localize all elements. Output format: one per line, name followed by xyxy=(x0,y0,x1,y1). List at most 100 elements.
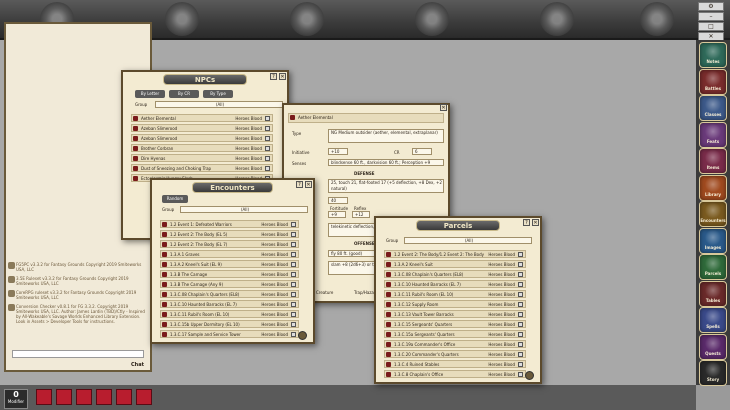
list-item[interactable]: 1.3.B The Carnage (Any 9) Heroes Blood xyxy=(160,280,299,288)
link-icon[interactable] xyxy=(518,352,523,357)
d6-die-icon[interactable] xyxy=(56,389,72,405)
list-item[interactable]: 1.3.C.20 Commander's Quarters Heroes Bloo… xyxy=(384,350,526,358)
link-icon[interactable] xyxy=(518,252,523,257)
type-field[interactable]: NG Medium outsider (aether, elemental, e… xyxy=(328,129,444,143)
link-icon[interactable] xyxy=(518,272,523,277)
list-item[interactable]: 1.3.C.4 Ruined Stables Heroes Blood xyxy=(384,360,526,368)
sidebar-item-quests[interactable]: Quests xyxy=(699,333,727,360)
link-icon[interactable] xyxy=(291,262,296,267)
link-icon[interactable] xyxy=(265,136,270,141)
list-item[interactable]: 1.3.C.8 Chaplain's Office Heroes Blood xyxy=(384,370,526,378)
sidebar-item-notes[interactable]: Notes xyxy=(699,42,727,68)
link-icon[interactable] xyxy=(291,252,296,257)
help-button[interactable]: ? xyxy=(270,73,277,80)
link-icon[interactable] xyxy=(518,362,523,367)
list-item[interactable]: 1.2 Event 1: Defeated Warriors Heroes Blo… xyxy=(160,220,299,228)
list-item[interactable]: Aether Elemental Heroes Blood xyxy=(131,114,273,122)
link-icon[interactable] xyxy=(518,262,523,267)
list-item[interactable]: 1.3.C.10 Haunted Barracks (EL 7) Heroes B… xyxy=(160,300,299,308)
close-button[interactable]: ✕ xyxy=(279,73,286,80)
minimize-button[interactable]: – xyxy=(698,12,724,21)
list-item[interactable]: 1.3.C.13 Vault Tower Barracks Heroes Bloo… xyxy=(384,310,526,318)
list-item[interactable]: 1.3.C.11 Rubil's Room (EL 10) Heroes Bloo… xyxy=(160,310,299,318)
close-button[interactable]: ✕ xyxy=(440,104,447,111)
group-select[interactable]: (All) xyxy=(180,206,308,213)
help-button[interactable]: ? xyxy=(296,181,303,188)
sidebar-item-images[interactable]: Images xyxy=(699,227,727,254)
list-item[interactable]: 1.3.C.15b Upper Dormitory (EL 10) Heroes … xyxy=(160,320,299,328)
close-button[interactable]: ✕ xyxy=(532,219,539,226)
fortitude-field[interactable]: +9 xyxy=(328,211,346,218)
link-icon[interactable] xyxy=(265,116,270,121)
list-item[interactable]: 1.2 Event 2: The Body (EL 7) Heroes Blood xyxy=(160,240,299,248)
link-icon[interactable] xyxy=(291,222,296,227)
list-item[interactable]: 1.3.C.19a Commander's Office Heroes Blood xyxy=(384,340,526,348)
d10-die-icon[interactable] xyxy=(96,389,112,405)
link-icon[interactable] xyxy=(291,232,296,237)
link-icon[interactable] xyxy=(265,126,270,131)
tab-by-type[interactable]: By Type xyxy=(203,90,233,98)
group-select[interactable]: (All) xyxy=(155,101,283,108)
tab-by-cr[interactable]: By CR xyxy=(169,90,199,98)
link-icon[interactable] xyxy=(291,282,296,287)
link-icon[interactable] xyxy=(518,312,523,317)
link-icon[interactable] xyxy=(518,292,523,297)
link-icon[interactable] xyxy=(518,342,523,347)
list-item[interactable]: 1.3.C.08 Chaplain's Quarters (EL8) Heroes… xyxy=(384,270,526,278)
sidebar-item-classes[interactable]: Classes xyxy=(699,95,727,121)
list-item[interactable]: 1.3.A.1 Graves Heroes Blood xyxy=(160,250,299,258)
close-button[interactable]: ✕ xyxy=(305,181,312,188)
reflex-field[interactable]: +12 xyxy=(352,211,370,218)
list-item[interactable]: 1.2 Event 2: The Body (EL 5) Heroes Blood xyxy=(160,230,299,238)
link-icon[interactable] xyxy=(518,332,523,337)
d4-die-icon[interactable] xyxy=(36,389,52,405)
list-item[interactable]: 1.3.C.12 Supply Room Heroes Blood xyxy=(384,300,526,308)
link-icon[interactable] xyxy=(291,242,296,247)
sidebar-item-feats[interactable]: Feats xyxy=(699,121,727,148)
list-item[interactable]: 1.3.C.08 Chaplain's Quarters (EL8) Heroes… xyxy=(160,290,299,298)
cr-field[interactable]: 6 xyxy=(412,148,432,155)
add-button[interactable] xyxy=(298,331,307,340)
senses-field[interactable]: blindsense 60 ft., darkvision 60 ft.; Pe… xyxy=(328,159,444,166)
sidebar-item-battles[interactable]: Battles xyxy=(699,68,727,95)
list-item[interactable]: Dire Hyenas Heroes Blood xyxy=(131,154,273,162)
sidebar-item-encounters[interactable]: Encounters xyxy=(699,201,727,227)
d20-die-icon[interactable] xyxy=(136,389,152,405)
options-button[interactable]: ⚙ xyxy=(698,2,724,11)
chat-input[interactable] xyxy=(12,350,144,358)
list-item[interactable]: Brother Corbran Heroes Blood xyxy=(131,144,273,152)
sidebar-item-library[interactable]: Library xyxy=(699,174,727,201)
link-icon[interactable] xyxy=(518,282,523,287)
link-icon[interactable] xyxy=(518,302,523,307)
list-item[interactable]: 1.3.A.2 Kneel's Suit Heroes Blood xyxy=(384,260,526,268)
list-item[interactable]: Azeban Slimerood Heroes Blood xyxy=(131,124,273,132)
list-item[interactable]: 1.2 Event 2: The Body/1.2 Event 2: The B… xyxy=(384,250,526,258)
link-icon[interactable] xyxy=(518,372,523,377)
link-icon[interactable] xyxy=(291,312,296,317)
random-button[interactable]: Random xyxy=(162,195,188,203)
list-item[interactable]: 1.3.C.11 Rubil's Room (EL 10) Heroes Bloo… xyxy=(384,290,526,298)
sidebar-item-items[interactable]: Items xyxy=(699,148,727,174)
list-item[interactable]: 1.3.C.15 Sergeants' Quarters Heroes Blood xyxy=(384,320,526,328)
list-item[interactable]: 1.3.C.15a Sergeants' Quarters Heroes Bloo… xyxy=(384,330,526,338)
list-item[interactable]: Azeban Slimerood Heroes Blood xyxy=(131,134,273,142)
sidebar-item-parcels[interactable]: Parcels xyxy=(699,254,727,280)
link-icon[interactable] xyxy=(291,332,296,337)
link-icon[interactable] xyxy=(265,166,270,171)
list-item[interactable]: Dust of Sneezing and Choking Trap Heroes … xyxy=(131,164,273,172)
modifier-box[interactable]: 0 Modifier xyxy=(4,389,28,409)
sidebar-item-spells[interactable]: Spells xyxy=(699,307,727,333)
link-icon[interactable] xyxy=(291,292,296,297)
maximize-button[interactable]: □ xyxy=(698,22,724,31)
link-icon[interactable] xyxy=(265,156,270,161)
list-item[interactable]: 1.3.B The Carnage Heroes Blood xyxy=(160,270,299,278)
link-icon[interactable] xyxy=(291,272,296,277)
help-button[interactable]: ? xyxy=(523,219,530,226)
link-icon[interactable] xyxy=(291,302,296,307)
d8-die-icon[interactable] xyxy=(76,389,92,405)
ac-field[interactable]: 25, touch 21, flat-footed 17 (+5 deflect… xyxy=(328,179,444,193)
tab-by-letter[interactable]: By Letter xyxy=(135,90,165,98)
d12-die-icon[interactable] xyxy=(116,389,132,405)
sidebar-item-tables[interactable]: Tables xyxy=(699,280,727,307)
group-select[interactable]: (All) xyxy=(404,237,532,244)
